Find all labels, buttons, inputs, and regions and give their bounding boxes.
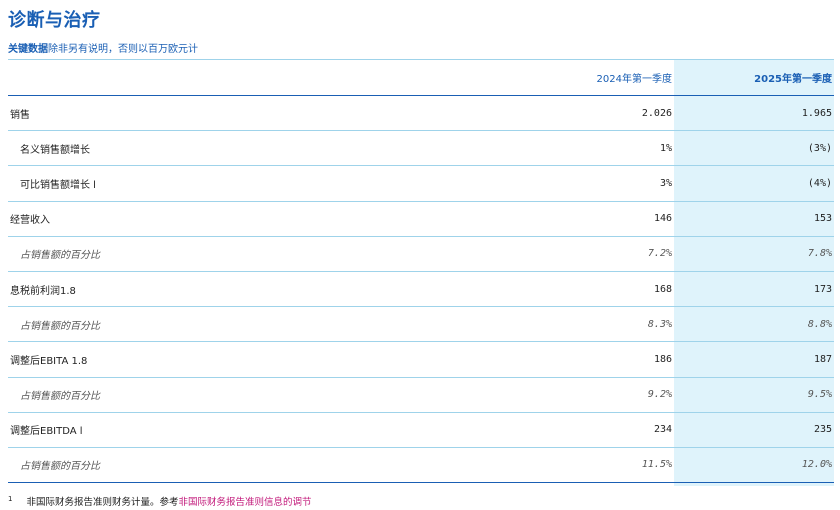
row-value-curr: 235	[674, 412, 834, 448]
table-row: 占销售额的百分比 7.2% 7.8%	[8, 236, 834, 272]
table-row: 调整后EBITA 1.8 186 187	[8, 341, 834, 378]
row-value-curr: 9.5%	[674, 377, 834, 413]
table-caption: 关键数据除非另有说明，否则以百万欧元计	[8, 40, 198, 55]
footnote-link[interactable]: 非国际财务报告准则信息的调节	[178, 497, 311, 508]
header-prev-period: 2024年第一季度	[528, 59, 674, 96]
footnote-text: 非国际财务报告准则财务计量。参考	[26, 497, 179, 508]
row-value-prev: 186	[528, 341, 674, 378]
row-label: 息税前利润1.8	[8, 271, 528, 308]
row-label: 调整后EBITA 1.8	[8, 341, 528, 378]
row-label: 占销售额的百分比	[8, 306, 528, 343]
row-value-prev: 3%	[528, 165, 674, 202]
row-value-prev: 168	[528, 271, 674, 308]
row-label: 经营收入	[8, 201, 528, 237]
table-row: 经营收入 146 153	[8, 201, 834, 237]
table-row: 占销售额的百分比 11.5% 12.0%	[8, 447, 834, 484]
page-title: 诊断与治疗	[8, 10, 101, 31]
row-value-prev: 11.5%	[528, 447, 674, 484]
row-value-curr: 187	[674, 341, 834, 378]
row-value-prev: 8.3%	[528, 306, 674, 343]
row-label: 可比销售额增长 l	[8, 165, 528, 202]
caption-unit-note: 除非另有说明，否则以百万欧元计	[48, 44, 198, 55]
footnote: 1 非国际财务报告准则财务计量。参考非国际财务报告准则信息的调节	[8, 494, 312, 508]
row-value-prev: 2.026	[528, 95, 674, 132]
row-value-curr: 1.965	[674, 95, 834, 132]
row-value-prev: 234	[528, 412, 674, 448]
row-value-curr: 12.0%	[674, 447, 834, 484]
row-value-prev: 7.2%	[528, 236, 674, 272]
table-header-row: 2024年第一季度 2025年第一季度	[8, 59, 834, 96]
row-value-curr: 173	[674, 271, 834, 308]
row-label: 销售	[8, 95, 528, 132]
row-value-prev: 9.2%	[528, 377, 674, 413]
key-data-table-container: 2024年第一季度 2025年第一季度 销售 2.026 1.965 名义销售额增长 1…	[8, 59, 834, 486]
table-row: 销售 2.026 1.965	[8, 95, 834, 132]
table-row: 可比销售额增长 l 3% (4%)	[8, 165, 834, 202]
table-row: 调整后EBITDA l 234 235	[8, 412, 834, 448]
row-value-prev: 146	[528, 201, 674, 237]
header-label	[8, 59, 528, 96]
table-row: 名义销售额增长 1% (3%)	[8, 130, 834, 167]
row-label: 名义销售额增长	[8, 130, 528, 167]
key-data-table: 2024年第一季度 2025年第一季度 销售 2.026 1.965 名义销售额增长 1…	[8, 59, 834, 484]
table-body: 销售 2.026 1.965 名义销售额增长 1% (3%) 可比销售额增长 l 3% (4%)…	[8, 95, 834, 484]
row-value-curr: 7.8%	[674, 236, 834, 272]
row-value-curr: 153	[674, 201, 834, 237]
row-value-curr: (4%)	[674, 165, 834, 202]
row-label: 占销售额的百分比	[8, 236, 528, 272]
row-label: 占销售额的百分比	[8, 377, 528, 413]
table-row: 占销售额的百分比 9.2% 9.5%	[8, 377, 834, 413]
row-label: 占销售额的百分比	[8, 447, 528, 484]
footnote-mark: 1	[8, 494, 13, 503]
row-value-curr: 8.8%	[674, 306, 834, 343]
header-current-period: 2025年第一季度	[674, 59, 834, 96]
caption-key-data: 关键数据	[8, 44, 48, 55]
table-row: 占销售额的百分比 8.3% 8.8%	[8, 306, 834, 343]
row-value-prev: 1%	[528, 130, 674, 167]
row-label: 调整后EBITDA l	[8, 412, 528, 448]
table-row: 息税前利润1.8 168 173	[8, 271, 834, 308]
row-value-curr: (3%)	[674, 130, 834, 167]
